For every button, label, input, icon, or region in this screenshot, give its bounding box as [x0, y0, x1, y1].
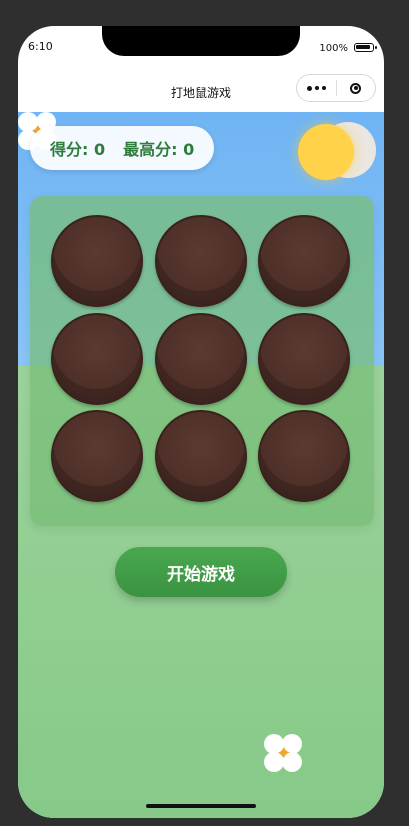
- navigation-bar: 打地鼠游戏: [18, 70, 384, 112]
- mole-hole-9[interactable]: [258, 410, 350, 502]
- mole-hole-7[interactable]: [51, 410, 143, 502]
- mole-hole-4[interactable]: [51, 313, 143, 405]
- score-panel: 得分: 0 最高分: 0: [30, 126, 214, 170]
- home-indicator: [146, 804, 256, 808]
- mini-program-capsule: [296, 74, 376, 102]
- more-menu-button[interactable]: [297, 75, 336, 101]
- best-score: 最高分: 0: [123, 140, 195, 159]
- battery-icon: [354, 43, 377, 52]
- mole-hole-5[interactable]: [155, 313, 247, 405]
- start-game-button[interactable]: 开始游戏: [115, 547, 287, 597]
- mole-hole-6[interactable]: [258, 313, 350, 405]
- flower-decoration-icon: ✦: [264, 734, 304, 774]
- target-circle-icon: [350, 82, 362, 94]
- mole-hole-3[interactable]: [258, 215, 350, 307]
- mole-hole-8[interactable]: [155, 410, 247, 502]
- device-notch: [102, 26, 300, 56]
- battery-percent: 100%: [319, 43, 348, 54]
- status-time: 6:10: [28, 40, 53, 53]
- mole-hole-2[interactable]: [155, 215, 247, 307]
- game-board: [30, 196, 374, 526]
- phone-screen: 6:10 100% 打地鼠游戏 ✦ 得分: 0 最高分: 0: [18, 26, 384, 818]
- current-score: 得分: 0: [50, 140, 106, 159]
- mole-hole-1[interactable]: [51, 215, 143, 307]
- close-mini-program-button[interactable]: [337, 75, 375, 101]
- sun-icon: [298, 124, 354, 180]
- ellipsis-icon: [307, 85, 326, 91]
